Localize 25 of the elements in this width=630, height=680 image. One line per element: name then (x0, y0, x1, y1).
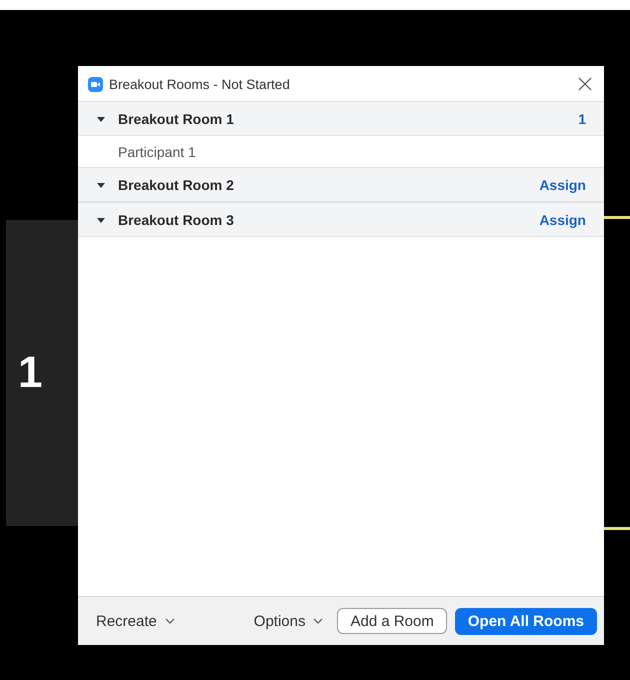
room-row[interactable]: Breakout Room 1 1 (78, 101, 604, 136)
video-frame-edge (604, 527, 630, 530)
assign-link[interactable]: 1 (578, 110, 586, 126)
video-frame-edge (604, 216, 630, 219)
room-name: Breakout Room 2 (118, 176, 235, 192)
caret-icon[interactable] (97, 114, 105, 122)
close-icon[interactable] (578, 77, 592, 91)
room-name: Breakout Room 3 (118, 212, 235, 228)
participant-name: Participant 1 (117, 142, 197, 162)
menu-button[interactable]: Recreate (90, 608, 181, 634)
chevron-down-icon[interactable] (164, 618, 175, 624)
assign-link[interactable]: Assign (539, 212, 586, 228)
caret-icon[interactable] (97, 180, 105, 188)
room-row[interactable]: Breakout Room 3 Assign (78, 202, 604, 237)
tile-label: 1 (18, 348, 42, 398)
chevron-down-icon[interactable] (313, 618, 324, 624)
caret-icon[interactable] (97, 216, 105, 224)
room-name: Breakout Room 1 (118, 110, 235, 126)
open-rooms-button[interactable]: Open All Rooms (454, 608, 597, 634)
menu-button[interactable]: Options (248, 608, 330, 634)
add-room-button[interactable]: Add a Room (337, 608, 447, 634)
camera-icon (88, 76, 103, 92)
room-row[interactable]: Breakout Room 2 Assign (78, 167, 604, 202)
assign-link[interactable]: Assign (539, 176, 586, 192)
window-title: Breakout Rooms - Not Started (109, 76, 291, 92)
